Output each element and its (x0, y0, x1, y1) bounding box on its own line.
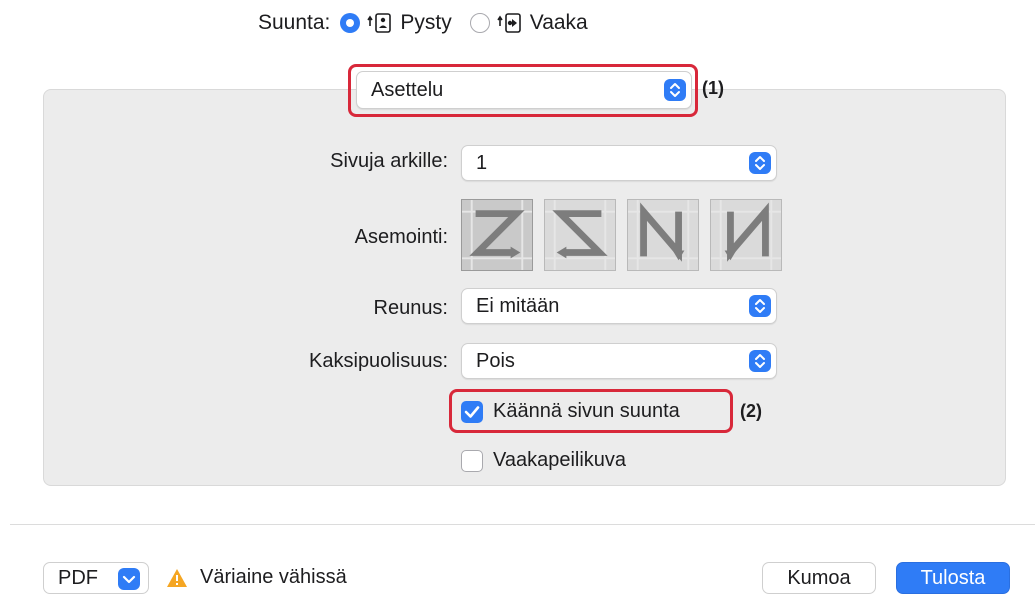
flip-horizontally-row[interactable]: Vaakapeilikuva (461, 449, 626, 472)
reverse-z-layout-icon (545, 200, 615, 270)
reverse-n-layout-icon (628, 200, 698, 270)
border-select[interactable]: Ei mitään (461, 288, 777, 324)
portrait-icon (367, 13, 392, 33)
warning-icon (167, 568, 187, 587)
layout-option-z[interactable] (461, 199, 533, 271)
callout-marker-1: (1) (702, 78, 724, 98)
reverse-orientation-label[interactable]: Käännä sivun suunta (493, 400, 680, 423)
pages-per-sheet-select[interactable]: 1 (461, 145, 777, 181)
select-stepper-icon (749, 350, 771, 372)
two-sided-select[interactable]: Pois (461, 343, 777, 379)
flip-horizontally-label[interactable]: Vaakapeilikuva (493, 449, 626, 472)
portrait-radio[interactable] (340, 13, 361, 33)
layout-option-reverse-z[interactable] (544, 199, 616, 271)
landscape-radio[interactable] (469, 13, 490, 33)
reverse-orientation-checkbox[interactable] (461, 400, 483, 423)
layout-option-reverse-n[interactable] (627, 199, 699, 271)
border-label: Reunus: (373, 297, 449, 319)
orientation-row: Suunta: Pysty Vaaka (258, 8, 588, 38)
callout-marker-2: (2) (740, 401, 762, 421)
border-value: Ei mitään (476, 294, 560, 317)
checkmark-icon (464, 405, 480, 418)
flip-horizontally-checkbox[interactable] (461, 449, 483, 472)
pdf-menu-button[interactable]: PDF (43, 562, 149, 594)
section-select[interactable]: Asettelu (356, 71, 692, 109)
select-stepper-icon (749, 295, 771, 317)
section-select-value: Asettelu (371, 78, 444, 101)
z-layout-icon (462, 200, 532, 270)
divider (10, 524, 1035, 525)
landscape-label[interactable]: Vaaka (530, 11, 588, 35)
pdf-label: PDF (58, 566, 98, 589)
two-sided-value: Pois (476, 349, 515, 372)
pages-per-sheet-label: Sivuja arkille: (330, 150, 448, 172)
n-layout-icon (711, 200, 781, 270)
layout-direction-label: Asemointi: (354, 226, 448, 248)
print-button[interactable]: Tulosta (896, 562, 1010, 594)
low-toner-warning: Väriaine vähissä (166, 566, 347, 589)
two-sided-label: Kaksipuolisuus: (309, 350, 448, 372)
chevron-down-icon (118, 568, 140, 590)
cancel-button[interactable]: Kumoa (762, 562, 876, 594)
warning-text: Väriaine vähissä (200, 566, 347, 588)
orientation-label: Suunta: (258, 11, 331, 34)
landscape-icon (497, 13, 521, 33)
select-stepper-icon (664, 79, 686, 101)
select-stepper-icon (749, 152, 771, 174)
layout-option-n[interactable] (710, 199, 782, 271)
portrait-label[interactable]: Pysty (400, 11, 451, 35)
reverse-orientation-row[interactable]: Käännä sivun suunta (461, 400, 680, 423)
pages-per-sheet-value: 1 (476, 151, 488, 174)
